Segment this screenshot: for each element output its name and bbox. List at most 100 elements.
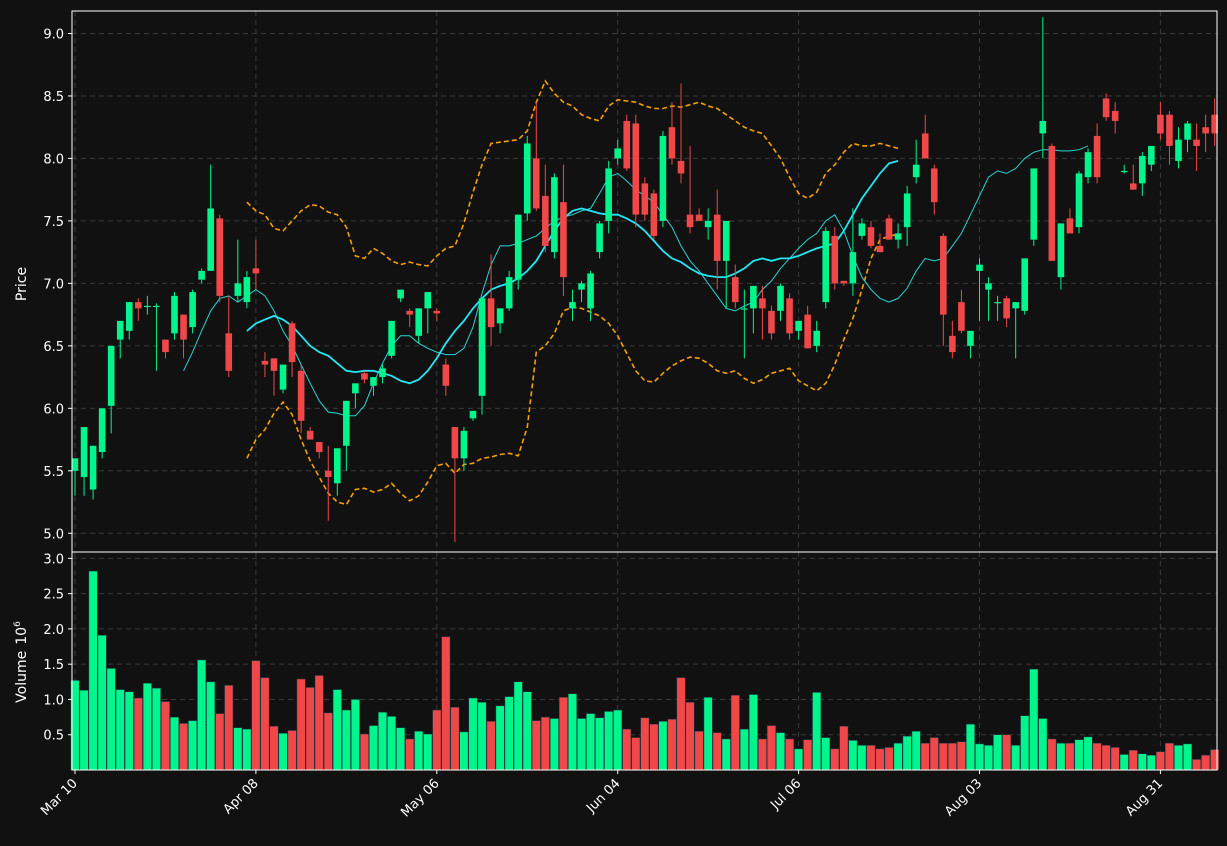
candlestick-chart: Mar 10 Apr 08 May 06 Jun 04 Jul 06 Aug 03 Aug …: [0, 0, 1227, 842]
candle-body: [596, 223, 603, 253]
volume-bar: [558, 697, 568, 771]
candle-body: [1093, 135, 1101, 178]
volume-bar: [649, 723, 659, 771]
candle: [388, 320, 395, 359]
candle: [216, 214, 224, 303]
volume-bar: [794, 748, 804, 771]
volume-bar: [911, 730, 921, 771]
volume-bar: [947, 742, 957, 771]
price-tick-label: 5.5: [43, 465, 64, 480]
volume-bar: [884, 747, 894, 771]
volume-bar: [1183, 743, 1192, 771]
candle-body: [731, 277, 739, 303]
candle-body: [605, 168, 612, 221]
volume-bar: [224, 685, 234, 771]
candle-body: [478, 298, 486, 396]
candle-body: [1120, 170, 1128, 173]
volume-bar: [821, 737, 831, 771]
volume-bar: [577, 718, 586, 771]
candle-body: [189, 292, 196, 328]
volume-bar: [106, 668, 116, 771]
candle-body: [695, 214, 703, 221]
candle: [659, 130, 667, 228]
volume-bar: [929, 737, 939, 771]
candle-body: [641, 183, 649, 215]
volume-bar: [441, 636, 451, 771]
volume-bar: [694, 730, 704, 771]
candle-body: [677, 160, 685, 174]
volume-bar: [839, 726, 849, 771]
price-tick-label: 6.0: [43, 402, 64, 417]
volume-bar: [604, 711, 614, 771]
candle-body: [569, 302, 576, 309]
candle-body: [198, 270, 205, 280]
candle-body: [560, 202, 567, 278]
volume-bar: [170, 716, 179, 771]
volume-bar: [79, 690, 89, 771]
volume-bar: [857, 745, 867, 771]
candle-body: [849, 252, 857, 284]
volume-bar: [1056, 742, 1066, 771]
candle-body: [1066, 218, 1074, 234]
volume-bar: [459, 731, 469, 771]
candle-body: [750, 285, 757, 309]
candle-body: [578, 283, 585, 290]
candle-body: [270, 358, 278, 371]
candle-body: [1021, 258, 1029, 311]
price-tick-label: 5.0: [43, 527, 64, 542]
candle-body: [813, 330, 820, 346]
candle-body: [587, 273, 594, 309]
volume-bar: [305, 687, 315, 771]
candle: [831, 227, 839, 290]
candle-body: [632, 123, 640, 215]
candle: [885, 214, 893, 240]
price-tick-label: 7.5: [43, 215, 64, 230]
candle-body: [1102, 98, 1110, 118]
volume-bar: [1146, 754, 1156, 771]
volume-bar: [269, 726, 279, 771]
volume-bar: [540, 716, 550, 771]
candle-body: [542, 195, 549, 246]
volume-bar: [776, 732, 785, 771]
candle-body: [903, 193, 911, 228]
candle-body: [786, 298, 793, 334]
candle-body: [514, 214, 522, 280]
candle-body: [171, 295, 178, 334]
volume-bar: [359, 733, 369, 771]
volume-bar: [161, 701, 170, 771]
volume-bar: [350, 699, 360, 771]
candle-body: [135, 302, 142, 309]
volume-bar: [586, 713, 596, 771]
candle-body: [523, 143, 531, 214]
candle-body: [343, 400, 350, 446]
candle-body: [234, 283, 242, 296]
candle: [523, 135, 531, 221]
volume-bar: [188, 720, 198, 771]
candle-body: [153, 305, 160, 308]
volume-bar: [622, 728, 632, 771]
volume-bar: [640, 717, 650, 771]
candle-body: [1039, 120, 1047, 134]
price-tick-label: 8.0: [43, 152, 64, 167]
candle-body: [614, 148, 621, 159]
volume-bar: [1065, 742, 1075, 771]
candle-body: [1048, 145, 1056, 261]
volume-bar: [685, 702, 695, 771]
volume-axis-label: Volume 106: [13, 621, 30, 703]
candle-body: [804, 314, 811, 349]
candle-body: [288, 323, 296, 363]
candle-body: [722, 220, 730, 261]
volume-bar: [975, 743, 984, 771]
candle-body: [704, 220, 712, 228]
candle-body: [976, 264, 983, 271]
candle-body: [243, 277, 251, 303]
candle: [279, 364, 287, 394]
candle-body: [297, 370, 305, 421]
volume-bar: [1110, 747, 1120, 771]
candle-body: [324, 470, 332, 478]
candle-body: [1075, 173, 1083, 228]
volume-bar: [739, 728, 749, 771]
volume-bar: [1092, 742, 1102, 771]
volume-bar: [902, 735, 912, 771]
volume-tick-label: 0.5: [43, 729, 64, 744]
